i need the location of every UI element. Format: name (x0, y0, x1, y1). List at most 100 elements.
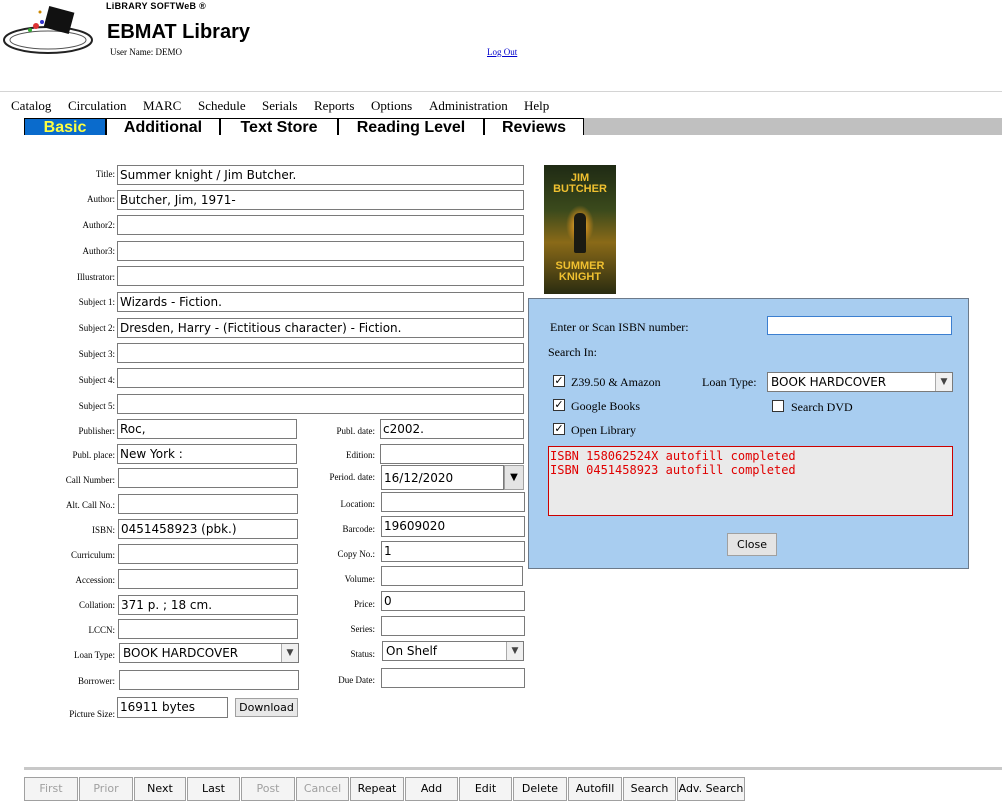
curriculum-field[interactable] (118, 544, 298, 564)
edition-field[interactable] (380, 444, 524, 464)
accession-field[interactable] (118, 569, 298, 589)
curriculum-label: Curriculum: (71, 550, 115, 560)
repeat-button[interactable]: Repeat (350, 777, 404, 801)
accession-label: Accession: (75, 575, 116, 585)
open-library-label: Open Library (571, 423, 636, 437)
price-field[interactable]: 0 (381, 591, 525, 611)
isbn-field[interactable]: 0451458923 (pbk.) (118, 519, 298, 539)
alt-call-label: Alt. Call No.: (66, 500, 115, 510)
first-button[interactable]: First (24, 777, 78, 801)
tab-reading-level[interactable]: Reading Level (338, 118, 484, 136)
barcode-field[interactable]: 19609020 (381, 516, 525, 537)
collation-field[interactable]: 371 p. ; 18 cm. (118, 595, 298, 615)
delete-button[interactable]: Delete (513, 777, 567, 801)
search-dvd-checkbox[interactable] (772, 400, 784, 412)
subject3-field[interactable] (117, 343, 524, 363)
lccn-field[interactable] (118, 619, 298, 639)
popup-loan-type-select[interactable]: BOOK HARDCOVER ▼ (767, 372, 953, 392)
publ-date-field[interactable]: c2002. (380, 419, 524, 439)
series-label: Series: (350, 624, 376, 634)
edit-button[interactable]: Edit (459, 777, 512, 801)
status-label: Status: (350, 649, 375, 659)
tab-additional[interactable]: Additional (106, 118, 220, 136)
subject5-field[interactable] (117, 394, 524, 414)
borrower-field[interactable] (119, 670, 299, 690)
prior-button[interactable]: Prior (79, 777, 133, 801)
copy-no-field[interactable]: 1 (381, 541, 525, 562)
autofill-log[interactable]: ISBN 158062524X autofill completed ISBN … (548, 446, 953, 516)
chevron-down-icon[interactable]: ▼ (281, 644, 298, 662)
cover-title-text: SUMMER KNIGHT (555, 260, 605, 283)
google-books-label: Google Books (571, 399, 640, 413)
menu-options[interactable]: Options (371, 98, 412, 114)
series-field[interactable] (381, 616, 525, 636)
illustrator-label: Illustrator: (77, 272, 115, 282)
menu-circulation[interactable]: Circulation (68, 98, 127, 114)
price-label: Price: (354, 599, 375, 609)
isbn-label: ISBN: (91, 525, 115, 535)
author2-field[interactable] (117, 215, 524, 235)
add-button[interactable]: Add (405, 777, 458, 801)
z3950-label: Z39.50 & Amazon (571, 375, 661, 389)
subject2-field[interactable]: Dresden, Harry - (Fictitious character) … (117, 318, 524, 338)
publ-place-field[interactable]: New York : (117, 444, 297, 464)
next-button[interactable]: Next (134, 777, 186, 801)
check-icon: ✓ (554, 399, 564, 411)
loan-type-select[interactable]: BOOK HARDCOVER ▼ (119, 643, 299, 663)
chevron-down-icon[interactable]: ▼ (506, 642, 523, 660)
menu-help[interactable]: Help (524, 98, 549, 114)
download-button[interactable]: Download (235, 698, 298, 717)
menu-schedule[interactable]: Schedule (198, 98, 246, 114)
period-date-field[interactable]: 16/12/2020 (381, 465, 504, 490)
isbn-prompt: Enter or Scan ISBN number: (550, 320, 689, 334)
subject1-field[interactable]: Wizards - Fiction. (117, 292, 524, 312)
menu-administration[interactable]: Administration (429, 98, 508, 114)
menu-catalog[interactable]: Catalog (11, 98, 51, 114)
isbn-scan-input[interactable] (767, 316, 952, 335)
status-select[interactable]: On Shelf ▼ (382, 641, 524, 661)
location-field[interactable] (381, 492, 525, 512)
last-button[interactable]: Last (187, 777, 240, 801)
post-button[interactable]: Post (241, 777, 295, 801)
calendar-dropdown-icon[interactable]: ▼ (504, 465, 524, 490)
alt-call-field[interactable] (118, 494, 298, 514)
close-button[interactable]: Close (727, 533, 777, 556)
author-field[interactable]: Butcher, Jim, 1971- (117, 190, 524, 210)
publisher-field[interactable]: Roc, (117, 419, 297, 439)
log-line: ISBN 0451458923 autofill completed (550, 463, 796, 477)
chevron-down-icon[interactable]: ▼ (935, 373, 952, 391)
tab-text-store[interactable]: Text Store (220, 118, 338, 136)
due-date-field[interactable] (381, 668, 525, 688)
open-library-checkbox[interactable]: ✓ (553, 423, 565, 435)
volume-field[interactable] (381, 566, 523, 586)
menu-marc[interactable]: MARC (143, 98, 181, 114)
menu-reports[interactable]: Reports (314, 98, 354, 114)
autofill-button[interactable]: Autofill (568, 777, 622, 801)
publ-date-label: Publ. date: (336, 426, 376, 436)
google-books-checkbox[interactable]: ✓ (553, 399, 565, 411)
adv-search-button[interactable]: Adv. Search (677, 777, 745, 801)
brand-name: LiBRARY SOFTWeB ® (106, 1, 207, 11)
due-date-label: Due Date: (338, 675, 375, 685)
loan-type-value: BOOK HARDCOVER (123, 646, 239, 660)
call-number-label: Call Number: (65, 475, 115, 485)
subject4-field[interactable] (117, 368, 524, 388)
tab-basic[interactable]: Basic (24, 118, 106, 136)
subject5-label: Subject 5: (78, 401, 115, 411)
z3950-checkbox[interactable]: ✓ (553, 375, 565, 387)
book-cover-image: JIM BUTCHER SUMMER KNIGHT (544, 165, 616, 294)
check-icon: ✓ (554, 375, 564, 387)
search-button[interactable]: Search (623, 777, 676, 801)
logout-link[interactable]: Log Out (487, 47, 517, 57)
tab-reviews[interactable]: Reviews (484, 118, 584, 136)
author3-field[interactable] (117, 241, 524, 261)
library-logo (3, 6, 93, 54)
picture-size-field[interactable]: 16911 bytes (117, 697, 228, 718)
cancel-button[interactable]: Cancel (296, 777, 349, 801)
lccn-label: LCCN: (88, 625, 115, 635)
title-label: Title: (95, 169, 115, 179)
title-field[interactable]: Summer knight / Jim Butcher. (117, 165, 524, 185)
call-number-field[interactable] (118, 468, 298, 488)
menu-serials[interactable]: Serials (262, 98, 297, 114)
illustrator-field[interactable] (117, 266, 524, 286)
